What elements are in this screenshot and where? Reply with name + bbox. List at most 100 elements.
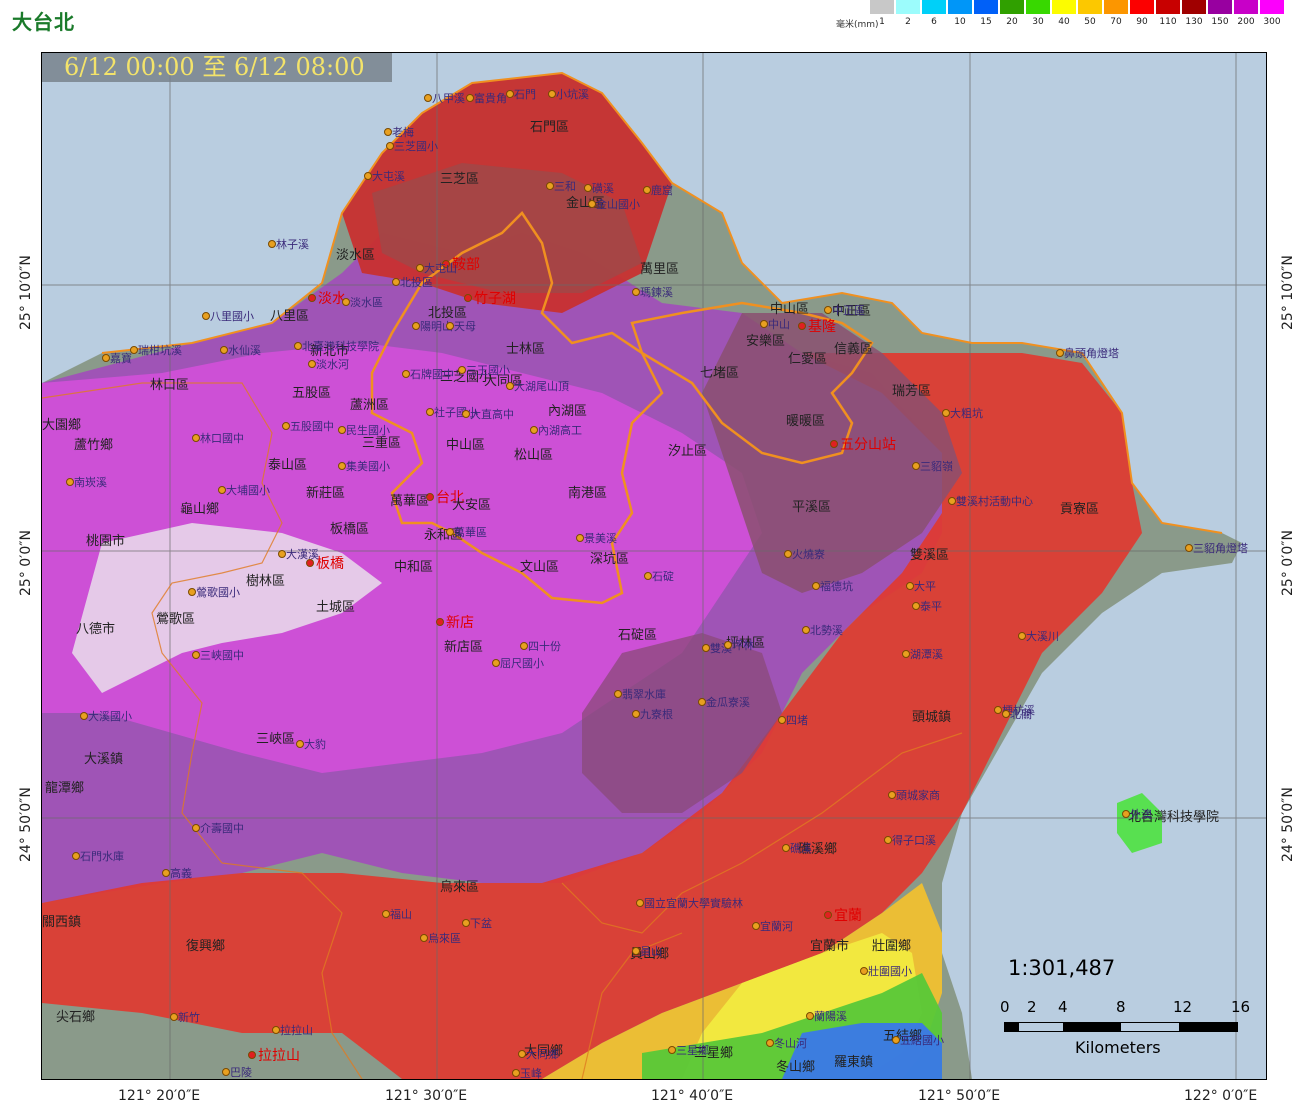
station-marker[interactable] [296, 740, 304, 748]
station-marker[interactable] [218, 486, 226, 494]
station-marker[interactable] [724, 641, 732, 649]
station-marker[interactable] [402, 370, 410, 378]
station-marker[interactable] [386, 142, 394, 150]
station-marker[interactable] [130, 346, 138, 354]
station-marker[interactable] [170, 1013, 178, 1021]
station-marker[interactable] [506, 382, 514, 390]
station-marker[interactable] [644, 572, 652, 580]
station-marker[interactable] [338, 426, 346, 434]
station-marker[interactable] [760, 320, 768, 328]
station-marker[interactable] [912, 602, 920, 610]
station-marker[interactable] [384, 128, 392, 136]
station-marker[interactable] [912, 462, 920, 470]
station-marker[interactable] [668, 1046, 676, 1054]
city-marker[interactable] [830, 440, 838, 448]
station-marker[interactable] [643, 186, 651, 194]
station-marker[interactable] [392, 278, 400, 286]
station-marker[interactable] [994, 706, 1002, 714]
station-marker[interactable] [278, 550, 286, 558]
station-marker[interactable] [1056, 349, 1064, 357]
station-marker[interactable] [906, 582, 914, 590]
station-marker[interactable] [812, 582, 820, 590]
station-marker[interactable] [162, 869, 170, 877]
station-marker[interactable] [420, 934, 428, 942]
station-marker[interactable] [884, 836, 892, 844]
station-marker[interactable] [778, 716, 786, 724]
station-marker[interactable] [576, 534, 584, 542]
station-marker[interactable] [752, 922, 760, 930]
station-marker[interactable] [892, 1036, 900, 1044]
station-marker[interactable] [416, 264, 424, 272]
station-marker[interactable] [412, 322, 420, 330]
station-marker[interactable] [888, 791, 896, 799]
map-frame[interactable] [41, 52, 1267, 1080]
station-marker[interactable] [806, 1012, 814, 1020]
station-marker[interactable] [424, 94, 432, 102]
station-marker[interactable] [860, 967, 868, 975]
station-marker[interactable] [942, 409, 950, 417]
station-marker[interactable] [614, 690, 622, 698]
station-marker[interactable] [548, 90, 556, 98]
station-marker[interactable] [1018, 632, 1026, 640]
station-marker[interactable] [546, 182, 554, 190]
station-marker[interactable] [518, 1050, 526, 1058]
station-marker[interactable] [282, 422, 290, 430]
station-marker[interactable] [222, 1068, 230, 1076]
station-marker[interactable] [702, 644, 710, 652]
station-marker[interactable] [202, 312, 210, 320]
station-marker[interactable] [632, 288, 640, 296]
station-marker[interactable] [382, 910, 390, 918]
station-marker[interactable] [294, 342, 302, 350]
station-marker[interactable] [520, 642, 528, 650]
station-marker[interactable] [364, 172, 372, 180]
rainfall-map[interactable] [42, 53, 1266, 1079]
station-marker[interactable] [824, 306, 832, 314]
station-marker[interactable] [342, 298, 350, 306]
station-marker[interactable] [584, 184, 592, 192]
station-marker[interactable] [192, 651, 200, 659]
station-marker[interactable] [192, 824, 200, 832]
station-marker[interactable] [802, 626, 810, 634]
station-marker[interactable] [512, 1069, 520, 1077]
station-marker[interactable] [426, 408, 434, 416]
city-marker[interactable] [824, 911, 832, 919]
station-marker[interactable] [782, 844, 790, 852]
city-marker[interactable] [308, 294, 316, 302]
station-marker[interactable] [268, 240, 276, 248]
station-marker[interactable] [1185, 544, 1193, 552]
city-marker[interactable] [464, 294, 472, 302]
station-marker[interactable] [466, 94, 474, 102]
station-marker[interactable] [272, 1026, 280, 1034]
station-marker[interactable] [446, 528, 454, 536]
station-marker[interactable] [446, 322, 454, 330]
city-marker[interactable] [248, 1051, 256, 1059]
station-marker[interactable] [220, 346, 228, 354]
station-marker[interactable] [766, 1039, 774, 1047]
station-marker[interactable] [308, 360, 316, 368]
station-marker[interactable] [948, 497, 956, 505]
station-marker[interactable] [492, 659, 500, 667]
station-marker[interactable] [636, 899, 644, 907]
city-marker[interactable] [798, 322, 806, 330]
station-marker[interactable] [80, 712, 88, 720]
station-marker[interactable] [192, 434, 200, 442]
station-marker[interactable] [66, 478, 74, 486]
station-marker[interactable] [462, 919, 470, 927]
station-marker[interactable] [506, 90, 514, 98]
station-marker[interactable] [632, 710, 640, 718]
station-marker[interactable] [588, 200, 596, 208]
city-marker[interactable] [436, 618, 444, 626]
station-marker[interactable] [1002, 710, 1010, 718]
station-marker[interactable] [784, 550, 792, 558]
station-marker[interactable] [188, 588, 196, 596]
station-marker[interactable] [698, 698, 706, 706]
station-marker[interactable] [1122, 810, 1130, 818]
station-marker[interactable] [462, 410, 470, 418]
station-marker[interactable] [530, 426, 538, 434]
station-marker[interactable] [458, 366, 466, 374]
station-marker[interactable] [902, 650, 910, 658]
station-marker[interactable] [632, 947, 640, 955]
station-marker[interactable] [72, 852, 80, 860]
station-marker[interactable] [338, 462, 346, 470]
station-marker[interactable] [102, 354, 110, 362]
